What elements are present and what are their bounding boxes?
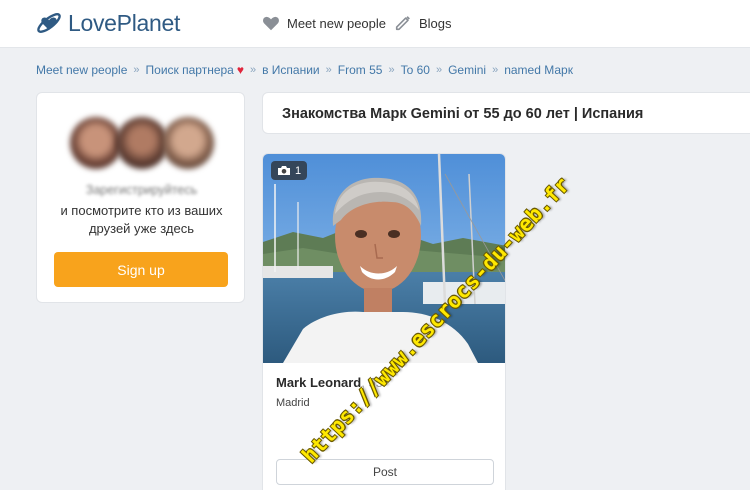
breadcrumb-gemini[interactable]: Gemini: [448, 63, 486, 77]
heart-icon: [263, 16, 279, 31]
register-text: Зарегистрируйтесь: [85, 183, 198, 197]
logo[interactable]: LovePlanet: [34, 8, 180, 38]
red-heart-icon: ♥: [236, 63, 244, 77]
avatar: [116, 117, 168, 169]
camera-icon: [278, 166, 290, 175]
post-button[interactable]: Post: [276, 459, 494, 485]
breadcrumb-from-55[interactable]: From 55: [338, 63, 383, 77]
page-title: Знакомства Марк Gemini от 55 до 60 лет |…: [282, 106, 644, 122]
nav-meet-new-people[interactable]: Meet new people: [262, 14, 386, 32]
profile-card[interactable]: 1 Mark Leonard, 55 Madrid Post: [262, 153, 506, 490]
profile-name[interactable]: Mark Leonard: [276, 375, 361, 390]
breadcrumb-separator: »: [249, 64, 257, 76]
signup-card: Зарегистрируйтесь и посмотрите кто из ва…: [36, 92, 245, 303]
nav-blogs-label: Blogs: [419, 15, 452, 31]
photo-count-badge[interactable]: 1: [271, 161, 308, 180]
friend-avatars: [70, 117, 215, 173]
breadcrumb-separator: »: [325, 64, 332, 76]
avatar: [70, 117, 122, 169]
logo-text: LovePlanet: [68, 9, 181, 36]
breadcrumb-separator: »: [435, 64, 443, 76]
breadcrumb-meet-new-people[interactable]: Meet new people: [36, 63, 127, 77]
breadcrumb-separator: »: [492, 64, 499, 76]
profile-photo-image: [263, 154, 505, 363]
profile-photo[interactable]: 1: [263, 154, 505, 363]
breadcrumb-separator: »: [388, 64, 395, 76]
loveplanet-logo-icon: [37, 13, 61, 33]
breadcrumb-separator: »: [133, 64, 140, 76]
breadcrumb-named-mark[interactable]: named Марк: [504, 63, 573, 77]
avatar: [162, 117, 214, 169]
page-title-bar: Знакомства Марк Gemini от 55 до 60 лет |…: [262, 92, 750, 134]
signup-button[interactable]: Sign up: [54, 252, 228, 287]
nav-blogs[interactable]: Blogs: [394, 14, 452, 32]
photo-count: 1: [295, 164, 302, 177]
breadcrumb-partner-search[interactable]: Поиск партнера: [146, 63, 234, 77]
profile-city: Madrid: [276, 397, 310, 409]
promo-text: и посмотрите кто из ваших друзей уже зде…: [60, 203, 223, 236]
breadcrumb-spain[interactable]: в Испании: [262, 63, 320, 77]
nav-meet-label: Meet new people: [287, 15, 387, 31]
breadcrumb: Meet new people » Поиск партнера ♥ » в И…: [36, 63, 573, 77]
pencil-icon: [395, 16, 410, 31]
top-bar: LovePlanet Meet new people Blogs: [0, 0, 750, 48]
breadcrumb-to-60[interactable]: To 60: [401, 63, 430, 77]
